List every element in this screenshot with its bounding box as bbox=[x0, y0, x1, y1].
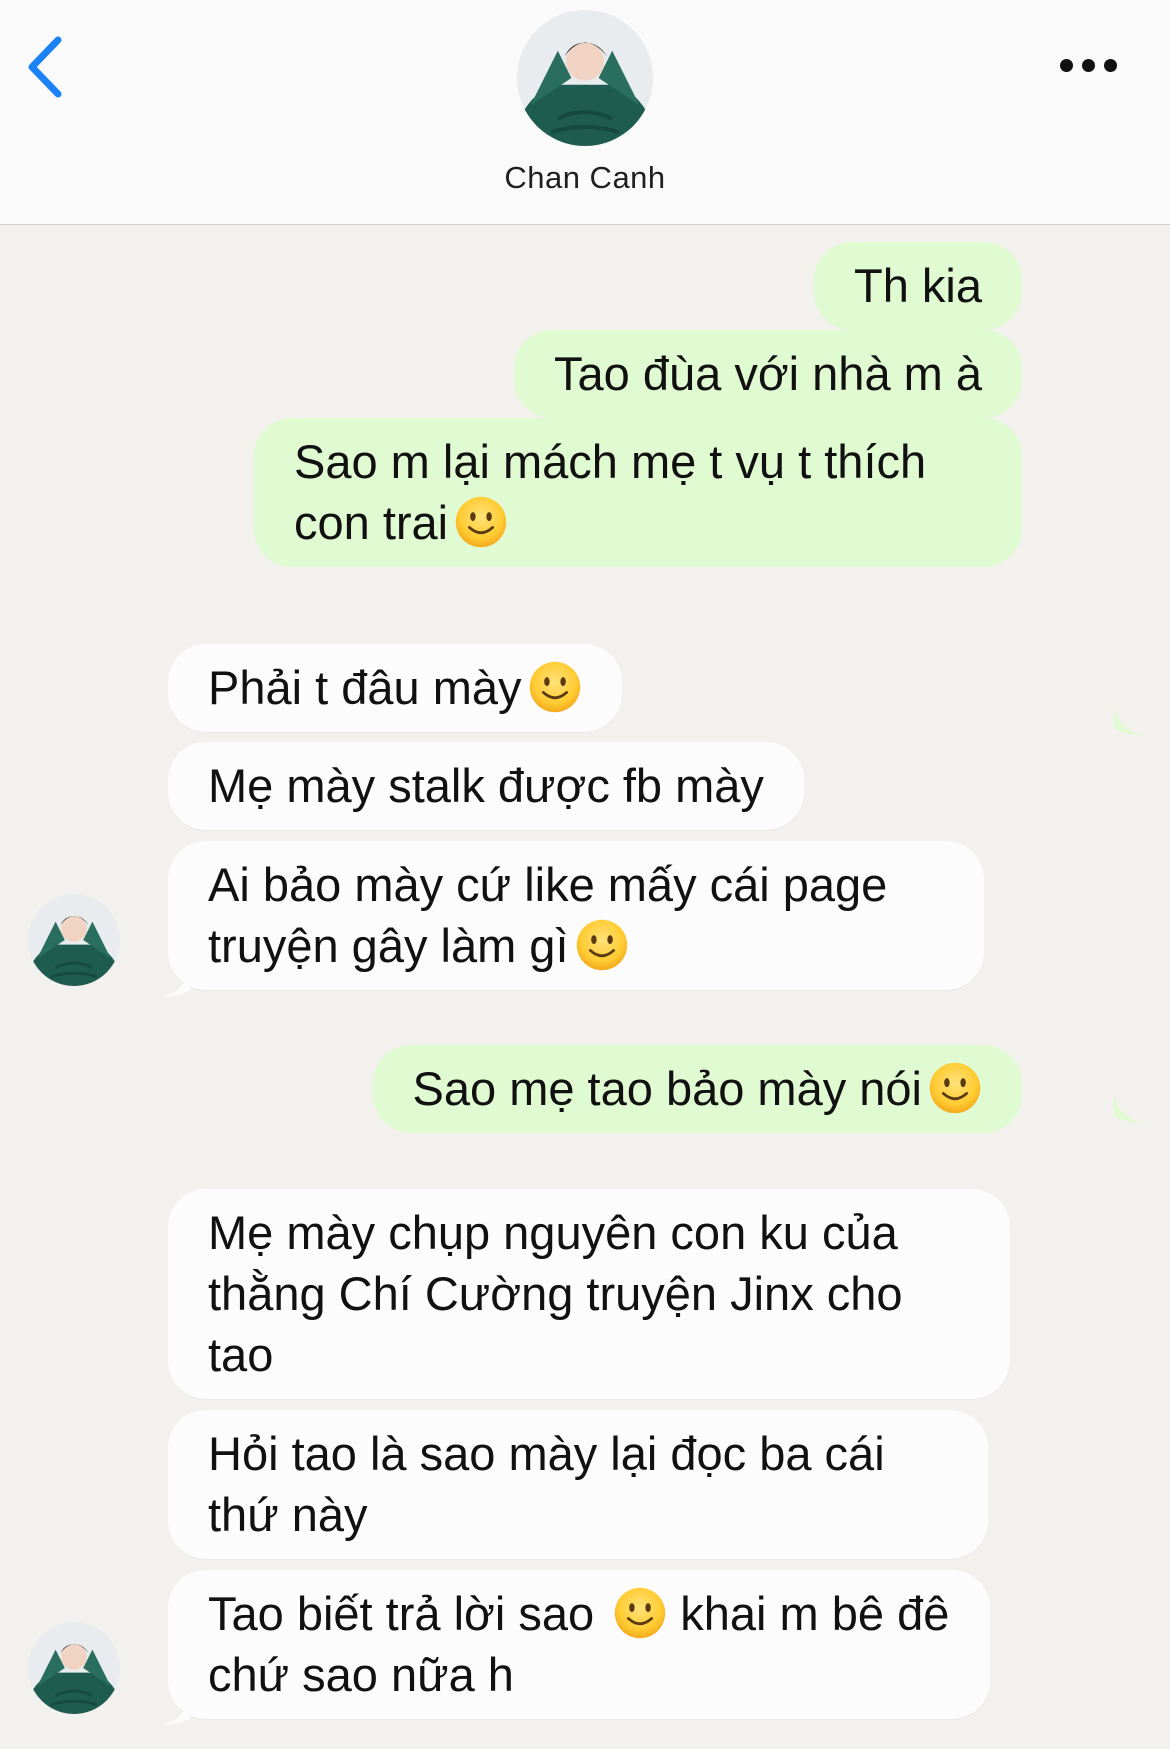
sender-avatar[interactable] bbox=[28, 1622, 120, 1714]
message-text: Sao m lại mách mẹ t vụ t thích con trai bbox=[294, 435, 927, 549]
outgoing-message[interactable]: Sao m lại mách mẹ t vụ t thích con trai bbox=[254, 418, 1022, 567]
message-thread: Th kia Tao đùa với nhà m à Sao m lại mác… bbox=[0, 224, 1170, 1749]
message-text: Mẹ mày stalk được fb mày bbox=[208, 759, 764, 812]
back-chevron-icon[interactable] bbox=[22, 32, 76, 102]
contact-name[interactable]: Chan Canh bbox=[0, 160, 1170, 196]
message-text: Th kia bbox=[854, 259, 982, 312]
bubble-tail bbox=[1114, 704, 1144, 736]
message-text: Hỏi tao là sao mày lại đọc ba cái thứ nà… bbox=[208, 1427, 885, 1541]
incoming-message[interactable]: Mẹ mày stalk được fb mày bbox=[168, 742, 804, 830]
sender-avatar[interactable] bbox=[28, 894, 120, 986]
incoming-message[interactable]: Mẹ mày chụp nguyên con ku của thằng Chí … bbox=[168, 1189, 1010, 1399]
smiling-face-emoji bbox=[528, 660, 582, 714]
incoming-message[interactable]: Tao biết trả lời sao khai m bê đê chứ sa… bbox=[168, 1570, 990, 1719]
smiling-face-emoji bbox=[454, 495, 508, 549]
outgoing-message[interactable]: Th kia bbox=[814, 242, 1022, 330]
outgoing-message[interactable]: Tao đùa với nhà m à bbox=[514, 330, 1022, 418]
outgoing-message[interactable]: Sao mẹ tao bảo mày nói bbox=[372, 1045, 1022, 1133]
smiling-face-emoji bbox=[613, 1586, 667, 1640]
message-text: Tao biết trả lời sao bbox=[208, 1587, 595, 1640]
bubble-tail bbox=[1114, 1092, 1144, 1124]
incoming-message[interactable]: Ai bảo mày cứ like mấy cái page truyện g… bbox=[168, 841, 984, 990]
chat-header: Chan Canh bbox=[0, 0, 1170, 225]
incoming-message[interactable]: Hỏi tao là sao mày lại đọc ba cái thứ nà… bbox=[168, 1410, 988, 1559]
message-text: Tao đùa với nhà m à bbox=[554, 347, 982, 400]
message-text: Mẹ mày chụp nguyên con ku của thằng Chí … bbox=[208, 1206, 903, 1381]
contact-avatar[interactable] bbox=[517, 10, 653, 146]
more-options-icon[interactable] bbox=[1060, 56, 1126, 74]
message-text: Ai bảo mày cứ like mấy cái page truyện g… bbox=[208, 858, 888, 972]
message-text: Sao mẹ tao bảo mày nói bbox=[412, 1062, 922, 1115]
smiling-face-emoji bbox=[928, 1061, 982, 1115]
smiling-face-emoji bbox=[575, 918, 629, 972]
incoming-message[interactable]: Phải t đâu mày bbox=[168, 644, 622, 732]
bubble-tail bbox=[160, 966, 190, 998]
bubble-tail bbox=[160, 1694, 190, 1726]
message-text: Phải t đâu mày bbox=[208, 661, 522, 714]
